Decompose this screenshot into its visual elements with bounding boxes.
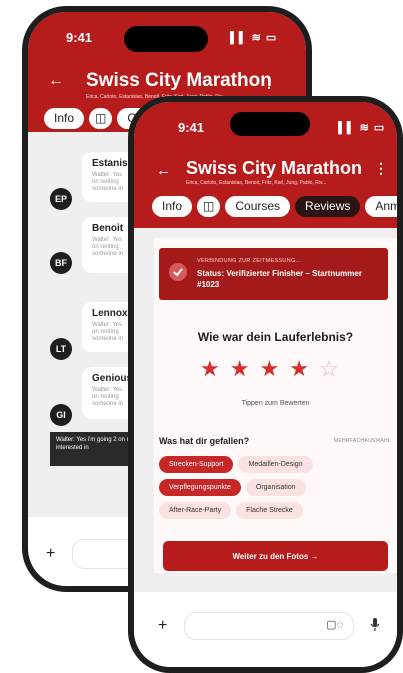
chip-verpflegungspunkte[interactable]: Verpflegungspunkte [159,479,241,496]
tab-info[interactable]: Info [152,196,193,217]
multi-select-label: MEHRFACHAUSWAHL [333,438,391,444]
composer-bar: + ▢◌ [134,592,397,667]
tab-reviews[interactable]: Reviews [295,196,361,217]
chat-preview: Walter: Yes on renting someone in [92,322,124,342]
star-rating[interactable]: ★ ★ ★ ★ ☆ [200,358,339,380]
microphone-icon[interactable] [370,618,380,632]
status-time: 9:41 [66,30,93,45]
avatar[interactable]: LT [50,338,72,360]
tab-anmeldung[interactable]: Anmeldun [365,196,397,217]
rating-question: Wie war dein Lauferlebnis? [197,330,354,344]
event-title: Swiss City Marathon [86,70,272,91]
back-arrow-icon[interactable]: ← [48,72,64,90]
continue-to-photos-button[interactable]: Weiter zu den Fotos → [163,541,388,571]
star-icon-filled[interactable]: ★ [259,358,279,380]
avatar[interactable]: BF [50,252,72,274]
status-time: 9:41 [178,120,205,135]
finisher-status: Status: Verifizierter Finisher – Startnu… [197,269,362,289]
dynamic-island [124,26,208,52]
star-icon-filled[interactable]: ★ [230,358,250,380]
event-header: 9:41 ▌▌ ≋ ▭ ← Swiss City Marathon Erica,… [134,102,397,228]
feedback-chips: Strecken-Support Medaillen-Design Verpfl… [159,456,359,519]
status-icons: ▌▌ ≋ ▭ [230,32,278,44]
message-input[interactable]: ▢◌ [184,612,354,640]
star-icon-empty[interactable]: ☆ [319,358,339,380]
front-phone-frame: 9:41 ▌▌ ≋ ▭ ← Swiss City Marathon Erica,… [128,96,403,673]
chat-preview: Walter: Yes on renting someone in [92,172,124,192]
sticker-icon[interactable]: ▢◌ [326,618,343,631]
tab-bar: Info ◫ Courses Reviews Anmeldun [152,196,397,217]
front-phone-screen: 9:41 ▌▌ ≋ ▭ ← Swiss City Marathon Erica,… [134,102,397,667]
review-card: VERBINDUNG ZUR ZEITMESSUNG... Status: Ve… [154,238,397,573]
avatar[interactable]: EP [50,188,72,210]
chat-preview: Walter: Yes on renting someone in [92,237,124,257]
chip-after-race-party[interactable]: After-Race-Party [159,502,232,519]
avatar[interactable]: GI [50,404,72,426]
verification-banner: VERBINDUNG ZUR ZEITMESSUNG... Status: Ve… [159,248,388,300]
dynamic-island [230,112,310,136]
star-icon-filled[interactable]: ★ [200,358,220,380]
tab-map-icon[interactable]: ◫ [89,108,113,129]
banner-label: VERBINDUNG ZUR ZEITMESSUNG... [197,258,302,264]
tab-info[interactable]: Info [44,108,85,129]
chip-flache-strecke[interactable]: Flache Strecke [236,502,303,519]
plus-icon[interactable]: + [46,545,55,563]
back-arrow-icon[interactable]: ← [156,162,171,179]
chat-name: Lennox [92,308,128,319]
liked-heading: Was hat dir gefallen? [159,436,250,446]
chip-medaillen-design[interactable]: Medaillen-Design [238,456,313,473]
star-icon-filled[interactable]: ★ [289,358,309,380]
verified-check-icon [169,263,187,281]
event-title: Swiss City Marathon [186,158,363,178]
chat-preview: Walter: Yes on renting someone in [92,387,124,407]
rating-hint: Tippen zum Bewerten [241,400,310,407]
tab-map-icon[interactable]: ◫ [197,196,221,217]
chat-name: Genious [92,373,133,384]
chat-name: Benoit [92,223,124,234]
more-menu-icon[interactable]: ⋮ [262,74,276,91]
more-menu-icon[interactable]: ⋮ [374,160,388,177]
chip-organisation[interactable]: Organisation [245,479,306,496]
tab-courses[interactable]: Courses [225,196,291,217]
status-icons: ▌▌ ≋ ▭ [338,122,386,134]
chip-strecken-support[interactable]: Strecken-Support [159,456,234,473]
plus-icon[interactable]: + [158,617,167,635]
participants-subtitle: Erica, Carloto, Estanislao, Benoit, Frit… [186,180,327,186]
